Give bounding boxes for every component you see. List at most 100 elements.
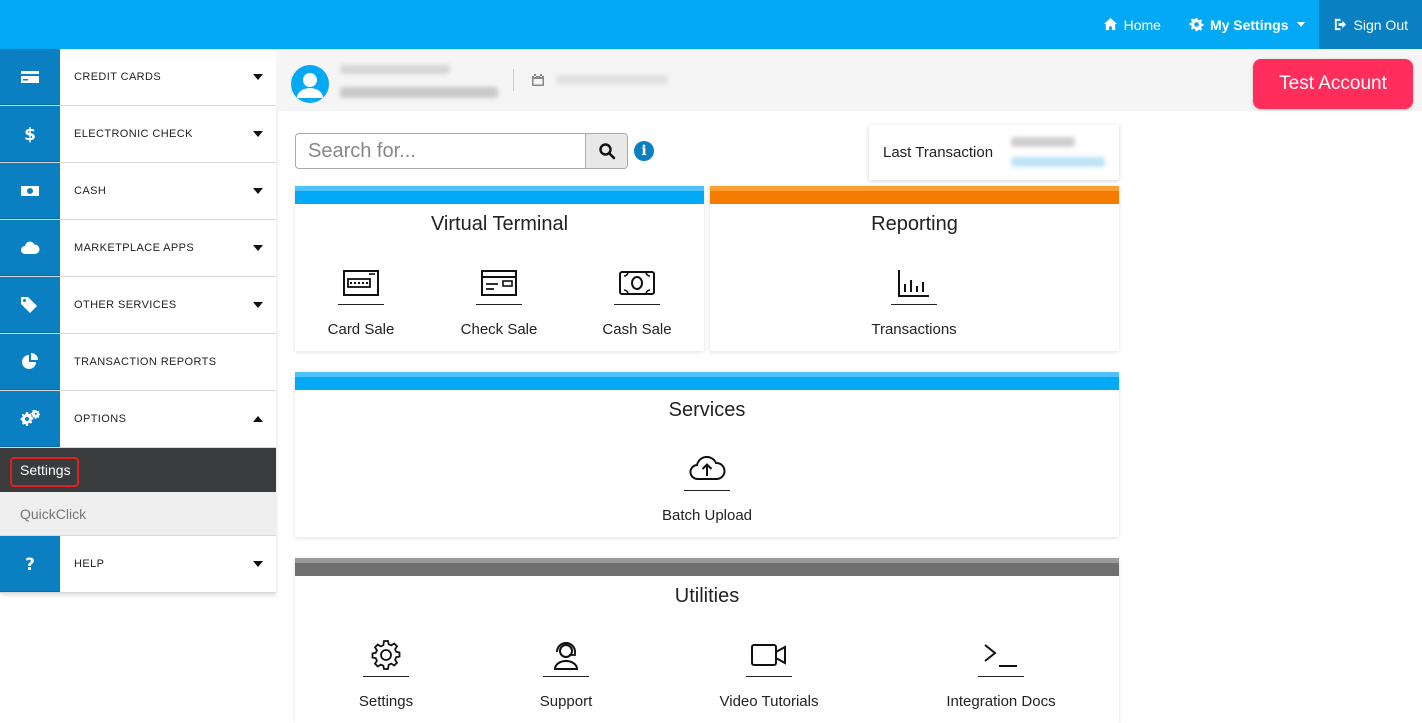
home-icon: [1103, 17, 1117, 31]
sign-out-icon: [1334, 18, 1346, 31]
cash-sale-tile[interactable]: Cash Sale: [567, 256, 707, 338]
utilities-card: Utilities Settings Support Video Tutoria…: [295, 558, 1119, 723]
card-title: Virtual Terminal: [430, 213, 569, 235]
sidebar-item-credit-cards[interactable]: CREDIT CARDS: [0, 49, 276, 106]
card-header-bar: [295, 372, 1119, 390]
sidebar-subitem-label: QuickClick: [20, 505, 87, 522]
card-title: Services: [668, 399, 746, 421]
sidebar-item-cash[interactable]: CASH: [0, 163, 276, 220]
redacted-last-link[interactable]: [1011, 157, 1105, 167]
sidebar-subitem-quickclick[interactable]: QuickClick: [0, 492, 276, 536]
svg-text:$: $: [24, 125, 36, 144]
divider: [513, 69, 514, 91]
video-camera-icon: [751, 644, 786, 666]
question-icon: ?: [25, 555, 35, 574]
redacted-date: [556, 75, 668, 84]
dollar-icon: $: [24, 125, 36, 144]
headset-icon: [553, 642, 579, 670]
search-input[interactable]: [296, 134, 585, 168]
search-icon: [598, 143, 615, 160]
caret-down-icon: [253, 245, 263, 251]
card-reader-icon: [343, 270, 379, 296]
sidebar-item-electronic-check[interactable]: $ ELECTRONIC CHECK: [0, 106, 276, 163]
caret-down-icon: [253, 74, 263, 80]
redacted-user-name: [340, 65, 450, 74]
sidebar-item-label: ELECTRONIC CHECK: [74, 128, 193, 140]
user-header: [276, 49, 1422, 111]
tile-label: Video Tutorials: [719, 693, 819, 710]
gears-icon: [20, 409, 40, 426]
search-button[interactable]: [585, 134, 627, 168]
home-label: Home: [1123, 16, 1161, 33]
home-link[interactable]: Home: [1089, 0, 1175, 49]
chevron-down-icon: [1296, 22, 1305, 27]
terminal-icon: [984, 644, 1017, 667]
sidebar-subitem-settings[interactable]: Settings: [0, 448, 276, 492]
caret-down-icon: [253, 131, 263, 137]
card-title: Reporting: [871, 213, 958, 235]
redacted-last-amount: [1011, 137, 1075, 147]
batch-upload-tile[interactable]: Batch Upload: [637, 442, 777, 524]
tile-label: Check Sale: [460, 321, 538, 338]
sidebar-item-help[interactable]: ? HELP: [0, 536, 276, 593]
support-tile[interactable]: Support: [496, 628, 636, 710]
sidebar-item-label: CREDIT CARDS: [74, 71, 162, 83]
caret-down-icon: [253, 561, 263, 567]
top-nav: Home My Settings Sign Out: [1089, 0, 1422, 49]
last-transaction-label: Last Transaction: [883, 144, 994, 161]
transactions-tile[interactable]: Transactions: [844, 256, 984, 338]
info-icon[interactable]: i: [634, 141, 654, 161]
reporting-card: Reporting Transactions: [710, 186, 1119, 351]
sidebar-item-label: TRANSACTION REPORTS: [74, 356, 217, 368]
sidebar-subitem-label: Settings: [20, 462, 71, 478]
user-icon: [297, 73, 323, 98]
card-header-bar: [710, 186, 1119, 204]
check-sale-tile[interactable]: Check Sale: [429, 256, 569, 338]
tile-label: Settings: [358, 693, 414, 710]
sidebar-item-transaction-reports[interactable]: TRANSACTION REPORTS: [0, 334, 276, 391]
gear-icon: [1189, 17, 1204, 32]
calendar-icon: [531, 73, 545, 87]
virtual-terminal-card: Virtual Terminal Card Sale Check Sale Ca…: [295, 186, 704, 351]
search-box: [295, 133, 628, 169]
tile-label: Support: [539, 693, 593, 710]
card-title: Utilities: [674, 585, 740, 607]
tile-label: Batch Upload: [661, 507, 753, 524]
sidebar-item-label: OTHER SERVICES: [74, 299, 177, 311]
cash-icon: [21, 185, 39, 196]
pie-chart-icon: [22, 352, 38, 369]
my-settings-label: My Settings: [1209, 16, 1289, 33]
banknote-icon: [619, 271, 655, 295]
redacted-account-name: [340, 87, 498, 98]
bar-chart-icon: [898, 270, 929, 297]
sidebar-item-options[interactable]: OPTIONS: [0, 391, 276, 448]
card-header-bar: [295, 186, 704, 204]
settings-tile[interactable]: Settings: [316, 628, 456, 710]
tile-label: Transactions: [871, 321, 957, 338]
sidebar-item-label: HELP: [74, 558, 105, 570]
test-account-button[interactable]: Test Account: [1253, 59, 1413, 109]
caret-down-icon: [253, 302, 263, 308]
video-tutorials-tile[interactable]: Video Tutorials: [699, 628, 839, 710]
tile-label: Card Sale: [327, 321, 395, 338]
card-header-bar: [295, 558, 1119, 576]
sidebar-item-label: OPTIONS: [74, 413, 127, 425]
avatar[interactable]: [291, 65, 329, 103]
top-bar: Home My Settings Sign Out: [0, 0, 1422, 49]
sign-out-link[interactable]: Sign Out: [1318, 0, 1422, 49]
card-sale-tile[interactable]: Card Sale: [291, 256, 431, 338]
services-card: Services Batch Upload: [295, 372, 1119, 537]
check-icon: [481, 270, 517, 296]
credit-card-icon: [21, 70, 39, 83]
sidebar: CREDIT CARDS $ ELECTRONIC CHECK CASH MAR…: [0, 49, 276, 593]
tags-icon: [21, 296, 37, 313]
tile-label: Cash Sale: [602, 321, 672, 338]
my-settings-menu[interactable]: My Settings: [1175, 0, 1319, 49]
svg-text:?: ?: [25, 555, 35, 574]
sidebar-item-label: CASH: [74, 185, 107, 197]
caret-down-icon: [253, 188, 263, 194]
integration-docs-tile[interactable]: Integration Docs: [931, 628, 1071, 710]
sidebar-item-other-services[interactable]: OTHER SERVICES: [0, 277, 276, 334]
sidebar-item-marketplace-apps[interactable]: MARKETPLACE APPS: [0, 220, 276, 277]
sidebar-item-label: MARKETPLACE APPS: [74, 242, 195, 254]
